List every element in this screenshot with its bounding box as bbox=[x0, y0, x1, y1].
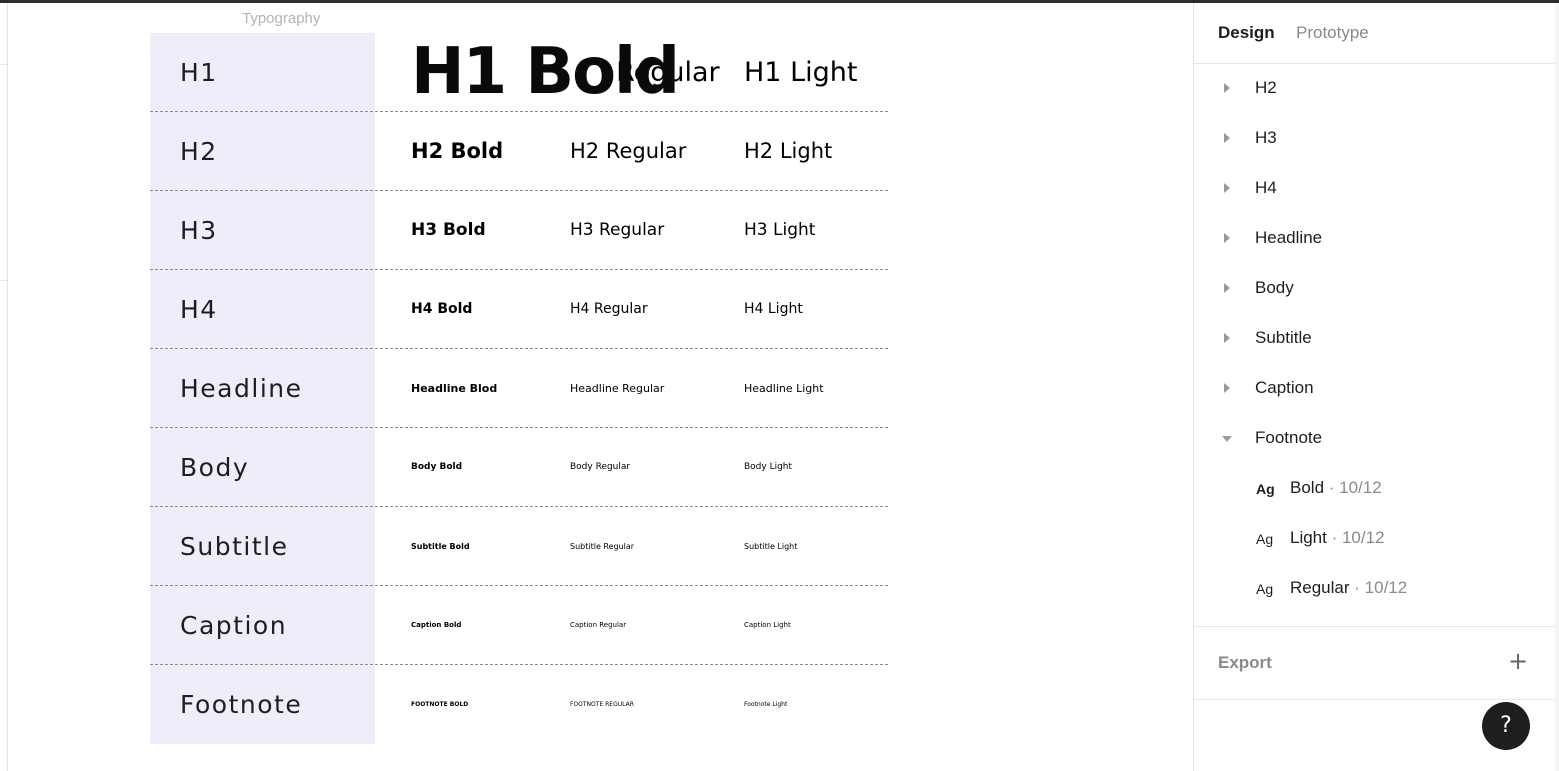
style-group-h2[interactable]: H2 bbox=[1194, 64, 1556, 114]
style-group-h4[interactable]: H4 bbox=[1194, 164, 1556, 214]
chevron-right-icon[interactable] bbox=[1224, 383, 1230, 393]
typography-row-footnote: Footnote FOOTNOTE BOLD FOOTNOTE REGULAR … bbox=[150, 665, 888, 744]
chevron-right-icon[interactable] bbox=[1224, 133, 1230, 143]
sample-bold: Subtitle Bold bbox=[411, 542, 470, 551]
typography-row-h1: H1 H1 Regular H1 Bold H1 Light bbox=[150, 33, 888, 112]
sample-bold: FOOTNOTE BOLD bbox=[411, 701, 469, 708]
row-name: Caption bbox=[180, 611, 288, 640]
sample-light: Headline Light bbox=[744, 382, 824, 395]
tab-design[interactable]: Design bbox=[1218, 23, 1275, 43]
chevron-right-icon[interactable] bbox=[1224, 283, 1230, 293]
sample-light: Body Light bbox=[744, 462, 793, 472]
sample-regular: Body Regular bbox=[570, 462, 631, 472]
left-edge-divider bbox=[0, 64, 7, 65]
sample-bold: Caption Bold bbox=[411, 621, 462, 629]
export-section: Export + bbox=[1194, 626, 1556, 700]
sample-light: H3 Light bbox=[744, 220, 816, 240]
style-group-label: H4 bbox=[1255, 178, 1277, 197]
sample-light: H2 Light bbox=[744, 139, 833, 163]
style-group-label: H2 bbox=[1255, 78, 1277, 97]
sample-bold: H1 Bold bbox=[411, 35, 680, 109]
style-group-footnote[interactable]: Footnote bbox=[1194, 414, 1556, 464]
typography-row-h2: H2 H2 Bold H2 Regular H2 Light bbox=[150, 112, 888, 191]
text-style-footnote-light[interactable]: Ag Light · 10/12 bbox=[1194, 514, 1556, 564]
left-panel-edge bbox=[0, 3, 8, 771]
sample-bold: Body Bold bbox=[411, 462, 463, 472]
sample-bold: H4 Bold bbox=[411, 301, 473, 317]
sample-light: H1 Light bbox=[744, 57, 858, 88]
sample-regular: Subtitle Regular bbox=[570, 542, 635, 551]
tab-prototype[interactable]: Prototype bbox=[1296, 23, 1369, 43]
sample-bold: Headline Blod bbox=[411, 382, 498, 395]
sample-light: Subtitle Light bbox=[744, 542, 798, 551]
typography-row-h3: H3 H3 Bold H3 Regular H3 Light bbox=[150, 191, 888, 270]
plus-icon[interactable]: + bbox=[1508, 647, 1528, 675]
style-group-label: Body bbox=[1255, 278, 1294, 297]
sample-light: Caption Light bbox=[744, 621, 791, 629]
chevron-right-icon[interactable] bbox=[1224, 233, 1230, 243]
style-group-label: Footnote bbox=[1255, 428, 1323, 447]
row-name: H1 bbox=[180, 58, 218, 87]
sample-regular: H3 Regular bbox=[570, 220, 665, 240]
text-style-footnote-regular[interactable]: Ag Regular · 10/12 bbox=[1194, 564, 1556, 614]
panel-scrollbar[interactable] bbox=[1555, 3, 1559, 771]
style-group-caption[interactable]: Caption bbox=[1194, 364, 1556, 414]
design-panel: Design Prototype H2 H3 H4 Headline Body … bbox=[1193, 3, 1556, 771]
sample-light: Footnote Light bbox=[744, 701, 788, 708]
panel-tabs: Design Prototype bbox=[1194, 3, 1556, 64]
text-style-icon: Ag bbox=[1256, 481, 1275, 497]
typography-row-subtitle: Subtitle Subtitle Bold Subtitle Regular … bbox=[150, 507, 888, 586]
text-style-label: Light · 10/12 bbox=[1290, 528, 1385, 547]
design-canvas[interactable]: Typography H1 H1 Regular H1 Bold H1 Ligh… bbox=[8, 3, 1193, 771]
style-group-label: Caption bbox=[1255, 378, 1314, 397]
export-label: Export bbox=[1218, 653, 1272, 672]
text-style-label: Regular · 10/12 bbox=[1290, 578, 1408, 597]
typography-row-body: Body Body Bold Body Regular Body Light bbox=[150, 428, 888, 507]
sample-bold: H3 Bold bbox=[411, 220, 486, 240]
chevron-right-icon[interactable] bbox=[1224, 183, 1230, 193]
row-name: Headline bbox=[180, 374, 303, 403]
style-group-label: Headline bbox=[1255, 228, 1323, 247]
style-group-h3[interactable]: H3 bbox=[1194, 114, 1556, 164]
sample-regular: Caption Regular bbox=[570, 621, 627, 629]
sample-light: H4 Light bbox=[744, 301, 803, 317]
typography-row-h4: H4 H4 Bold H4 Regular H4 Light bbox=[150, 270, 888, 349]
style-group-body[interactable]: Body bbox=[1194, 264, 1556, 314]
text-style-footnote-bold[interactable]: Ag Bold · 10/12 bbox=[1194, 464, 1556, 514]
typography-row-caption: Caption Caption Bold Caption Regular Cap… bbox=[150, 586, 888, 665]
typography-frame[interactable]: H1 H1 Regular H1 Bold H1 Light H2 H2 Bol… bbox=[150, 33, 888, 744]
text-style-icon: Ag bbox=[1256, 531, 1274, 547]
row-name: H2 bbox=[180, 137, 218, 166]
sample-regular: H4 Regular bbox=[570, 301, 648, 317]
row-name: H3 bbox=[180, 216, 218, 245]
text-style-label: Bold · 10/12 bbox=[1290, 478, 1382, 497]
chevron-down-icon[interactable] bbox=[1222, 436, 1232, 442]
sample-regular: Headline Regular bbox=[570, 382, 665, 395]
frame-label[interactable]: Typography bbox=[242, 10, 320, 27]
sample-bold: H2 Bold bbox=[411, 139, 504, 163]
row-name: Footnote bbox=[180, 690, 303, 719]
left-edge-divider bbox=[0, 280, 7, 281]
style-group-subtitle[interactable]: Subtitle bbox=[1194, 314, 1556, 364]
style-group-headline[interactable]: Headline bbox=[1194, 214, 1556, 264]
row-name: H4 bbox=[180, 295, 218, 324]
help-icon[interactable]: ? bbox=[1482, 702, 1530, 750]
row-name: Subtitle bbox=[180, 532, 289, 561]
sample-regular: FOOTNOTE REGULAR bbox=[570, 701, 634, 708]
chevron-right-icon[interactable] bbox=[1224, 83, 1230, 93]
sample-regular: H2 Regular bbox=[570, 139, 687, 163]
typography-row-headline: Headline Headline Blod Headline Regular … bbox=[150, 349, 888, 428]
chevron-right-icon[interactable] bbox=[1224, 333, 1230, 343]
row-name: Body bbox=[180, 453, 250, 482]
style-group-label: H3 bbox=[1255, 128, 1277, 147]
text-style-icon: Ag bbox=[1256, 581, 1274, 597]
style-group-label: Subtitle bbox=[1255, 328, 1312, 347]
